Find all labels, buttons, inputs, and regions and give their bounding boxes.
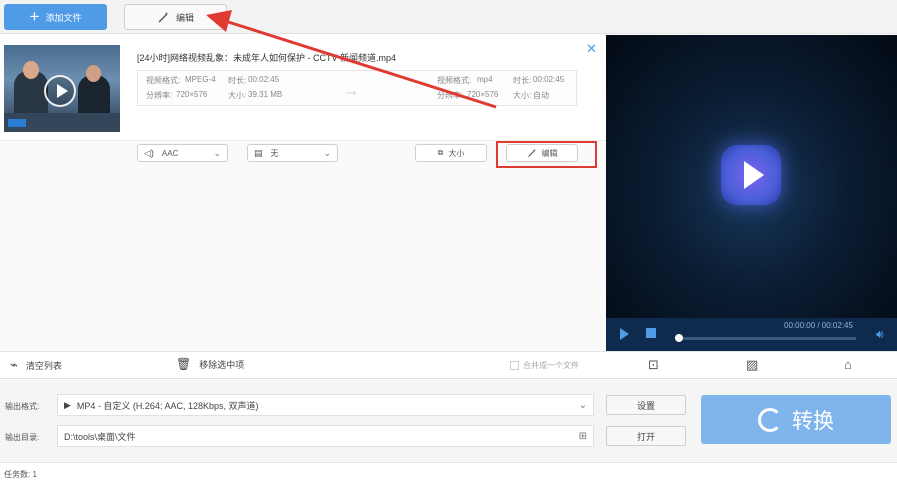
subtitle-select[interactable]: ▤ 无 ⌄	[247, 144, 338, 162]
target-size: 自动	[533, 91, 549, 100]
source-resolution-label: 分辨率:	[146, 91, 173, 100]
add-file-button[interactable]: + 添加文件	[4, 4, 107, 30]
remove-selected-label: 移除选中项	[199, 359, 245, 370]
snapshot-icon[interactable]: ⊡	[648, 357, 659, 373]
target-format: mp4	[477, 75, 493, 84]
playback-time: 00:00:00 / 00:02:45	[784, 321, 853, 330]
app-logo-play-icon	[721, 145, 781, 205]
convert-label: 转换	[792, 409, 834, 433]
file-list: [24小时]网络视频乱象：未成年人如何保护 - CCTV 新闻频道.mp4 ✕ …	[0, 35, 606, 351]
video-preview[interactable]	[606, 35, 897, 318]
open-folder-button[interactable]: 打开	[606, 426, 686, 446]
source-format: MPEG-4	[185, 75, 216, 84]
remove-file-icon[interactable]: ✕	[586, 41, 597, 57]
remove-selected-button[interactable]: 🗑︎ 移除选中项	[176, 357, 244, 371]
output-dir-input[interactable]: D:\tools\桌面\文件 ⊞	[57, 425, 594, 447]
trash-icon: 🗑︎	[176, 357, 192, 371]
output-format-select[interactable]: ▶ MP4 - 自定义 (H.264; AAC, 128Kbps, 双声道) ⌄	[57, 394, 594, 416]
chevron-down-icon: ⌄	[213, 147, 221, 158]
source-size-label: 大小:	[228, 91, 247, 100]
subtitle-value: 无	[270, 148, 279, 158]
checkbox-icon[interactable]	[510, 361, 519, 370]
source-resolution: 720×576	[176, 90, 208, 99]
clear-list-label: 清空列表	[25, 360, 62, 371]
size-button[interactable]: ⧉ 大小	[415, 144, 487, 162]
subtitle-icon: ▤	[254, 147, 263, 158]
chevron-down-icon: ⌄	[323, 147, 331, 158]
progress-handle[interactable]	[675, 334, 683, 342]
size-button-label: 大小	[448, 148, 465, 158]
player-controls: 00:00:00 / 00:02:45 🔊︎	[606, 318, 897, 351]
magic-wand-icon	[158, 11, 169, 22]
convert-icon	[758, 407, 782, 432]
list-actions-bar: ⌁ 清空列表 🗑︎ 移除选中项 合并成一个文件	[0, 351, 606, 379]
preview-tools-bar: ⊡ ▨ ⌂	[606, 351, 897, 379]
thumbnail-play-icon[interactable]	[44, 75, 76, 107]
top-toolbar: + 添加文件 编辑	[0, 0, 897, 34]
folder-icon[interactable]: ⌂	[844, 357, 852, 372]
edit-button-top[interactable]: 编辑	[124, 4, 227, 30]
target-resolution: 720×576	[467, 90, 499, 99]
channel-logo	[8, 119, 26, 127]
source-size: 39.31 MB	[248, 90, 283, 99]
output-format-label: 输出格式:	[5, 402, 40, 411]
play-icon[interactable]	[620, 328, 629, 340]
file-info-box: 视频格式: MPEG-4 时长: 00:02:45 分辨率: 720×576 大…	[137, 70, 577, 106]
merge-label: 合并成一个文件	[523, 361, 579, 370]
source-duration-label: 时长:	[228, 76, 247, 85]
clear-list-button[interactable]: ⌁ 清空列表	[10, 357, 62, 373]
annotation-highlight-box	[496, 141, 597, 168]
target-size-label: 大小:	[513, 91, 532, 100]
folder-browse-icon[interactable]: ⊞	[579, 431, 587, 442]
audio-track-value: AAC	[161, 148, 179, 158]
convert-button[interactable]: 转换	[701, 395, 891, 444]
video-file-icon: ▶	[64, 399, 71, 410]
speaker-icon: ◁)	[144, 147, 154, 158]
output-settings: 输出格式: ▶ MP4 - 自定义 (H.264; AAC, 128Kbps, …	[0, 380, 897, 462]
chevron-down-icon: ⌄	[578, 399, 587, 411]
crop-icon: ⧉	[437, 148, 444, 157]
stop-icon[interactable]	[646, 328, 656, 338]
status-bar: 任务数: 1	[0, 462, 897, 483]
settings-button[interactable]: 设置	[606, 395, 686, 415]
target-duration: 00:02:45	[533, 75, 565, 84]
plus-icon: +	[29, 6, 40, 26]
target-resolution-label: 分辨率:	[437, 91, 464, 100]
target-duration-label: 时长:	[513, 76, 532, 85]
progress-track[interactable]	[676, 337, 856, 340]
task-count: 任务数: 1	[4, 470, 37, 479]
merge-checkbox[interactable]: 合并成一个文件	[510, 360, 579, 371]
output-dir-value: D:\tools\桌面\文件	[64, 431, 136, 442]
source-duration: 00:02:45	[248, 75, 280, 84]
edit-label-top: 编辑	[175, 12, 194, 23]
video-thumbnail[interactable]	[4, 45, 120, 132]
image-icon[interactable]: ▨	[746, 357, 758, 373]
volume-icon[interactable]: 🔊︎	[876, 327, 884, 342]
add-file-label: 添加文件	[45, 12, 82, 23]
file-name: [24小时]网络视频乱象：未成年人如何保护 - CCTV 新闻频道.mp4	[137, 53, 397, 63]
convert-arrow-icon: →	[342, 80, 360, 100]
output-format-value: MP4 - 自定义 (H.264; AAC, 128Kbps, 双声道)	[76, 400, 259, 411]
target-format-label: 视频格式:	[437, 76, 472, 85]
broom-icon: ⌁	[10, 357, 18, 372]
file-item[interactable]: [24小时]网络视频乱象：未成年人如何保护 - CCTV 新闻频道.mp4 ✕ …	[0, 35, 606, 168]
audio-track-select[interactable]: ◁) AAC ⌄	[137, 144, 228, 162]
source-format-label: 视频格式:	[146, 76, 181, 85]
output-dir-label: 输出目录:	[5, 433, 40, 442]
